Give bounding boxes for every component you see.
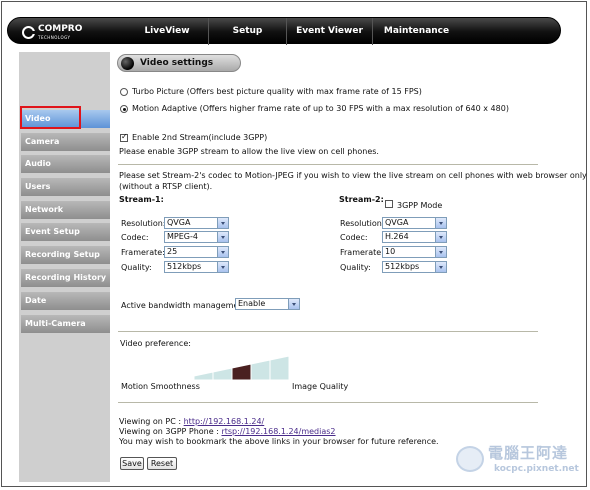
stream2-framerate-label: Framerate: xyxy=(340,248,384,257)
stream1-resolution-select[interactable]: QVGA xyxy=(164,217,229,229)
chevron-down-icon xyxy=(288,299,299,309)
save-button[interactable]: Save xyxy=(120,457,144,470)
sidebar-item-event-setup[interactable]: Event Setup xyxy=(21,223,110,241)
stream1-codec-value: MPEG-4 xyxy=(167,232,198,241)
nav-maintenance[interactable]: Maintenance xyxy=(372,18,460,45)
gpp-view-link[interactable]: rtsp://192.168.1.24/medias2 xyxy=(221,427,335,436)
stream1-resolution-value: QVGA xyxy=(167,218,191,227)
turbo-picture-radio[interactable] xyxy=(120,88,128,96)
stream2-codec-value: H.264 xyxy=(385,232,409,241)
stream2-quality-select[interactable]: 512kbps xyxy=(382,261,447,273)
stream1-quality-value: 512kbps xyxy=(167,262,202,271)
logo-text: COMPRO xyxy=(38,24,83,34)
bandwidth-value: Enable xyxy=(238,299,266,308)
stream2-resolution-label: Resolution: xyxy=(340,219,385,228)
motion-adaptive-radio[interactable] xyxy=(120,105,128,113)
watermark-url: kocpc.pixnet.net xyxy=(494,464,579,474)
page-title: Video settings xyxy=(140,58,214,68)
preference-step-3[interactable] xyxy=(231,363,252,380)
logo-mark-icon xyxy=(22,25,35,39)
sidebar-item-multi-camera[interactable]: Multi-Camera xyxy=(21,315,110,333)
enable-2nd-stream-checkbox[interactable] xyxy=(120,132,128,142)
bullet-icon xyxy=(121,57,134,70)
mascot-icon xyxy=(456,446,484,472)
bookmark-note: You may wish to bookmark the above links… xyxy=(119,437,439,446)
page-title-pill: Video settings xyxy=(117,54,241,72)
stream1-framerate-select[interactable]: 25 xyxy=(164,246,229,258)
divider xyxy=(118,164,538,165)
stream1-codec-label: Codec: xyxy=(121,233,149,242)
stream2-resolution-value: QVGA xyxy=(385,218,409,227)
sidebar-item-recording-history[interactable]: Recording History xyxy=(21,269,110,287)
preference-slider[interactable] xyxy=(194,356,292,380)
chevron-down-icon xyxy=(435,218,446,228)
nav-liveview[interactable]: LiveView xyxy=(126,18,208,45)
preference-step-1[interactable] xyxy=(194,371,214,380)
stream1-codec-select[interactable]: MPEG-4 xyxy=(164,231,229,243)
motion-smoothness-label: Motion Smoothness xyxy=(121,382,200,391)
reset-button[interactable]: Reset xyxy=(147,457,177,470)
compro-logo: COMPRO TECHNOLOGY xyxy=(22,24,82,40)
image-quality-label: Image Quality xyxy=(292,382,349,391)
logo-subtext: TECHNOLOGY xyxy=(38,35,71,40)
stream1-quality-select[interactable]: 512kbps xyxy=(164,261,229,273)
nav-setup[interactable]: Setup xyxy=(208,18,286,45)
sidebar-item-recording-setup[interactable]: Recording Setup xyxy=(21,246,110,264)
bandwidth-label: Active bandwidth management: xyxy=(121,301,250,310)
stream2-resolution-select[interactable]: QVGA xyxy=(382,217,447,229)
stream1-resolution-label: Resolution: xyxy=(121,219,166,228)
divider xyxy=(118,402,538,403)
divider xyxy=(118,331,538,332)
stream2-codec-select[interactable]: H.264 xyxy=(382,231,447,243)
stream-note-line1: Please set Stream-2's codec to Motion-JP… xyxy=(119,171,587,180)
pc-view-line: Viewing on PC : http://192.168.1.24/ xyxy=(119,417,264,426)
main-menu: LiveView Setup Event Viewer Maintenance xyxy=(126,18,460,45)
pc-view-label: Viewing on PC : xyxy=(119,417,184,426)
stream2-codec-label: Codec: xyxy=(340,233,368,242)
motion-adaptive-label: Motion Adaptive (Offers higher frame rat… xyxy=(132,104,509,113)
watermark-title: 電腦王阿達 xyxy=(488,444,569,462)
preference-step-4[interactable] xyxy=(250,359,271,380)
stream1-title: Stream-1: xyxy=(119,195,164,204)
highlight-box xyxy=(20,106,81,129)
3gpp-mode-label: 3GPP Mode xyxy=(397,201,443,210)
stream2-framerate-select[interactable]: 10 xyxy=(382,246,447,258)
stream-note-line2: (without a RTSP client). xyxy=(119,182,213,191)
sidebar-item-audio[interactable]: Audio xyxy=(21,155,110,173)
stream2-quality-label: Quality: xyxy=(340,263,371,272)
sidebar-item-camera[interactable]: Camera xyxy=(21,133,110,151)
sidebar-item-date[interactable]: Date xyxy=(21,292,110,310)
bandwidth-select[interactable]: Enable xyxy=(235,298,300,310)
chevron-down-icon xyxy=(217,262,228,272)
3gpp-mode-checkbox[interactable] xyxy=(385,200,393,208)
preference-step-5[interactable] xyxy=(269,356,290,380)
enable-2nd-stream-label: Enable 2nd Stream(include 3GPP) xyxy=(132,133,268,142)
watermark: 電腦王阿達 kocpc.pixnet.net xyxy=(448,438,588,486)
preference-step-2[interactable] xyxy=(212,367,233,380)
sidebar-item-users[interactable]: Users xyxy=(21,178,110,196)
chevron-down-icon xyxy=(435,232,446,242)
chevron-down-icon xyxy=(435,247,446,257)
gpp-view-label: Viewing on 3GPP Phone : xyxy=(119,427,222,436)
stream1-framerate-label: Framerate: xyxy=(121,248,165,257)
stream2-framerate-value: 10 xyxy=(385,247,396,256)
stream2-title: Stream-2: xyxy=(339,195,384,204)
3gpp-note: Please enable 3GPP stream to allow the l… xyxy=(119,147,379,156)
stream1-framerate-value: 25 xyxy=(167,247,178,256)
nav-event-viewer[interactable]: Event Viewer xyxy=(286,18,372,45)
stream1-quality-label: Quality: xyxy=(121,263,152,272)
turbo-picture-label: Turbo Picture (Offers best picture quali… xyxy=(132,87,422,96)
gpp-view-line: Viewing on 3GPP Phone : rtsp://192.168.1… xyxy=(119,427,336,436)
video-preference-title: Video preference: xyxy=(120,339,191,348)
sidebar-item-network[interactable]: Network xyxy=(21,201,110,219)
chevron-down-icon xyxy=(217,247,228,257)
chevron-down-icon xyxy=(435,262,446,272)
chevron-down-icon xyxy=(217,232,228,242)
top-nav-bar: COMPRO TECHNOLOGY LiveView Setup Event V… xyxy=(7,17,561,45)
chevron-down-icon xyxy=(217,218,228,228)
stream2-quality-value: 512kbps xyxy=(385,262,420,271)
pc-view-link[interactable]: http://192.168.1.24/ xyxy=(184,417,265,426)
